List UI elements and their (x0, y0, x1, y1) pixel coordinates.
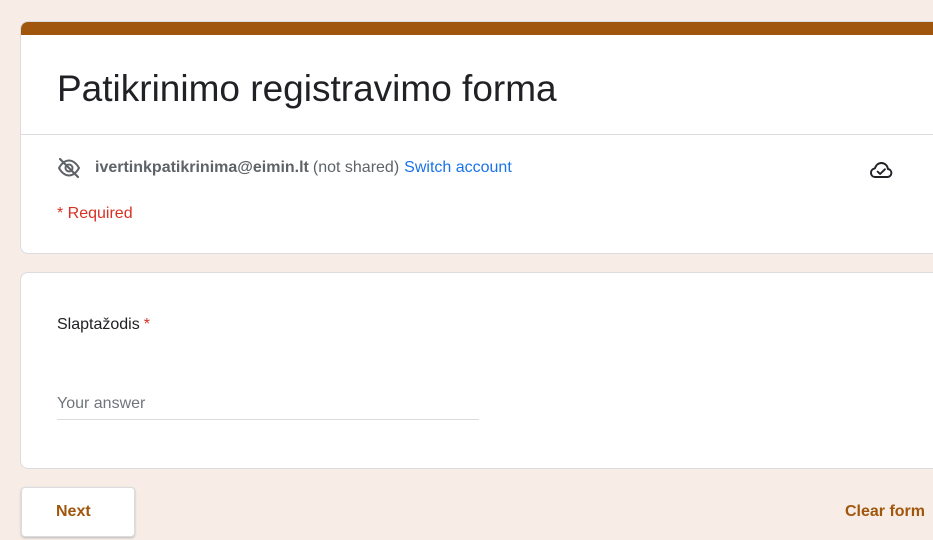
question-label: Slaptažodis (57, 316, 140, 333)
header-accent-stripe (21, 22, 933, 35)
question-title: Slaptažodis * (57, 316, 150, 334)
switch-account-link[interactable]: Switch account (404, 159, 512, 177)
question-card: Slaptažodis * (20, 272, 933, 469)
clear-form-button[interactable]: Clear form (845, 503, 925, 521)
required-asterisk: * (143, 316, 150, 333)
cloud-done-icon (870, 162, 893, 178)
answer-input[interactable] (57, 389, 479, 420)
header-divider (21, 134, 933, 135)
form-title: Patikrinimo registravimo forma (57, 68, 557, 109)
account-email: ivertinkpatikrinima@eimin.lt (95, 159, 309, 176)
eye-off-icon (57, 157, 81, 179)
required-note: * Required (57, 205, 133, 222)
account-row: ivertinkpatikrinima@eimin.lt (not shared… (57, 156, 512, 180)
shared-status: (not shared) (312, 159, 400, 176)
next-button[interactable]: Next (21, 487, 135, 537)
form-header-card: Patikrinimo registravimo forma ivertinkp… (20, 21, 933, 254)
